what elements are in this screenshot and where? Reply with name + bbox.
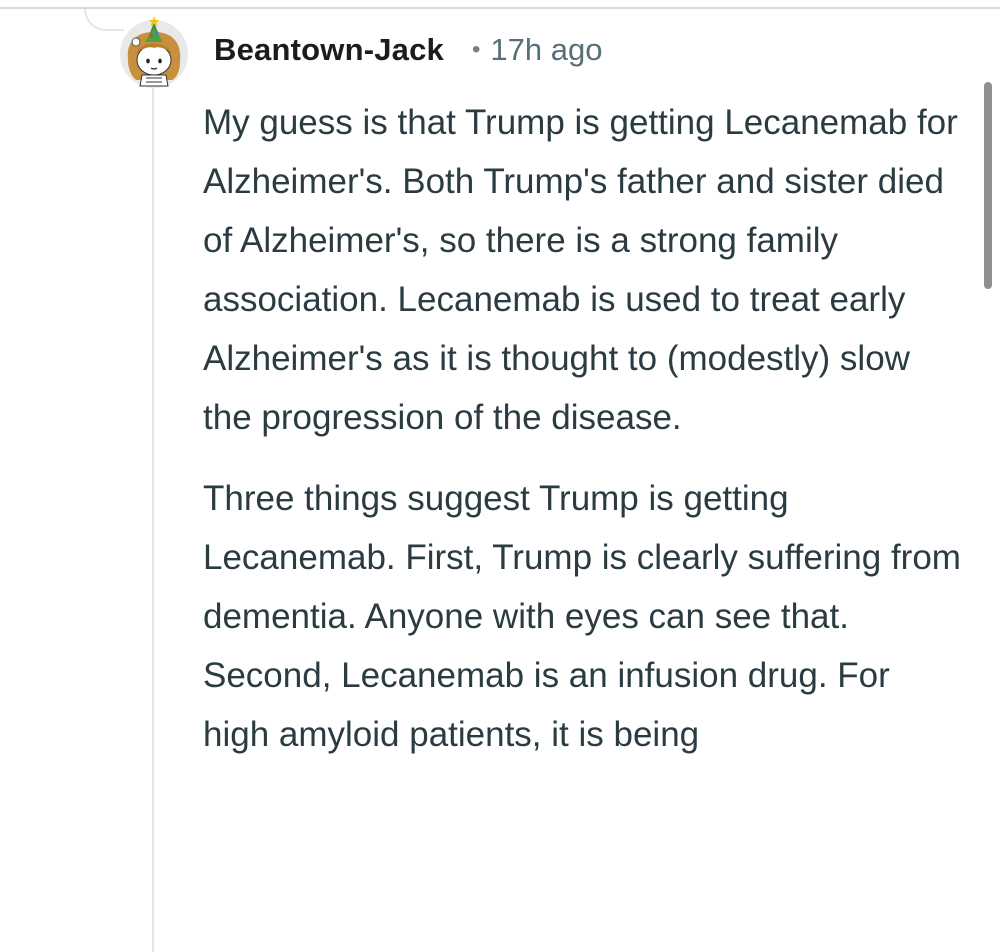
comment-author[interactable]: Beantown-Jack: [214, 32, 444, 68]
comment-timestamp: 17h ago: [490, 32, 603, 67]
user-avatar[interactable]: [114, 12, 192, 90]
thread-line[interactable]: [152, 86, 154, 952]
comment-paragraph: Three things suggest Trump is getting Le…: [203, 479, 961, 755]
comment-body: My guess is that Trump is getting Lecane…: [203, 94, 963, 765]
comment-paragraph: My guess is that Trump is getting Lecane…: [203, 103, 958, 437]
scrollbar-thumb[interactable]: [984, 82, 992, 289]
meta-separator: •: [472, 36, 481, 63]
comment-header: Beantown-Jack • 17h ago: [214, 30, 602, 70]
top-divider: [0, 7, 1000, 9]
snoo-avatar-icon: [120, 16, 188, 88]
